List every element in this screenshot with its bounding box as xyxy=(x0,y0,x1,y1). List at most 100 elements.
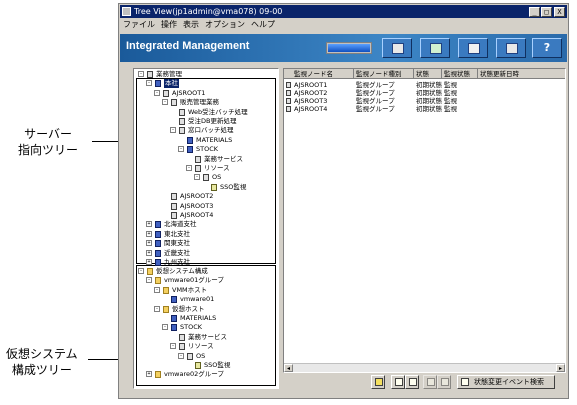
menu-file[interactable]: ファイル xyxy=(120,18,158,32)
tree-node[interactable]: SSO監視 xyxy=(186,361,274,370)
table-row[interactable]: AJSROOT3 監視グループ 初期状態 監視 xyxy=(284,97,565,105)
column-header[interactable]: 監視状態 xyxy=(442,69,478,79)
tree-node[interactable]: + 東北支社 xyxy=(146,230,274,239)
view-toggle-button[interactable] xyxy=(391,375,405,389)
expand-icon[interactable]: + xyxy=(146,240,152,247)
collapse-icon[interactable]: - xyxy=(186,165,192,171)
tree-node-label: STOCK xyxy=(180,323,203,332)
table-cell: AJSROOT2 xyxy=(294,89,328,97)
collapse-icon[interactable]: - xyxy=(138,268,144,274)
tree-node[interactable]: AJSROOT2 xyxy=(162,192,274,201)
tree-node[interactable]: - 仮想ホスト xyxy=(154,305,274,314)
node-icon xyxy=(179,108,185,116)
table-cell: 初期状態 xyxy=(416,105,442,113)
collapse-icon[interactable]: - xyxy=(162,324,168,331)
horizontal-scrollbar[interactable]: ◂ ▸ xyxy=(284,363,565,372)
expand-icon[interactable]: + xyxy=(146,259,152,265)
table-cell: 初期状態 xyxy=(416,81,442,89)
tree-node[interactable]: - リソース xyxy=(170,342,274,351)
tree-node[interactable]: - 仮想システム構成 xyxy=(138,267,274,276)
menu-operation[interactable]: 操作 xyxy=(158,18,180,32)
tree-node[interactable]: AJSROOT4 xyxy=(162,211,274,220)
expand-icon[interactable]: + xyxy=(146,371,152,378)
collapse-icon[interactable]: - xyxy=(178,146,184,153)
expand-icon[interactable]: + xyxy=(146,249,152,256)
tree-node[interactable]: Web受注バッチ処理 xyxy=(170,108,274,117)
event-search-button[interactable]: 状態変更イベント検索 xyxy=(457,375,555,389)
monitor-button[interactable] xyxy=(382,38,412,58)
window-title: Tree View(jp1admin@vma078) 09-00 xyxy=(134,7,283,16)
column-header[interactable]: 監視ノード種別 xyxy=(354,69,414,79)
collapse-icon[interactable]: - xyxy=(146,277,152,284)
tree-node[interactable]: + 北海道支社 xyxy=(146,220,274,229)
tree-node[interactable]: - リソース xyxy=(186,164,274,173)
table-cell: 監視グループ xyxy=(356,97,395,105)
menu-view[interactable]: 表示 xyxy=(180,18,202,32)
expand-icon[interactable]: + xyxy=(146,221,152,228)
tree-node[interactable]: - OS xyxy=(194,173,274,182)
tree-node[interactable]: 業務サービス xyxy=(186,155,274,164)
tree-view-window: Tree View(jp1admin@vma078) 09-00 _ □ X フ… xyxy=(118,3,569,399)
collapse-icon[interactable]: - xyxy=(178,352,184,359)
banner-title: Integrated Management xyxy=(126,40,250,52)
node-list-pane[interactable]: 監視ノード名 監視ノード種別 状態 監視状態 状態更新日時 AJSROOT1 監視… xyxy=(283,68,566,373)
collapse-icon[interactable]: - xyxy=(154,286,160,293)
table-row[interactable]: AJSROOT1 監視グループ 初期状態 監視 xyxy=(284,81,565,89)
collapse-icon[interactable]: - xyxy=(154,89,160,96)
collapse-icon[interactable]: - xyxy=(146,80,152,87)
tree-node[interactable]: + 九州支社 xyxy=(146,258,274,267)
table-row[interactable]: AJSROOT2 監視グループ 初期状態 監視 xyxy=(284,89,565,97)
node-icon xyxy=(286,90,291,96)
folder-icon xyxy=(155,371,161,379)
disabled-button-2 xyxy=(437,375,451,389)
tree-node[interactable]: + vmware02グループ xyxy=(146,370,274,379)
tree-node[interactable]: - VMMホスト xyxy=(154,286,274,295)
table-row[interactable]: AJSROOT4 監視グループ 初期状態 監視 xyxy=(284,105,565,113)
collapse-icon[interactable]: - xyxy=(194,174,200,181)
view-toggle-button-2[interactable] xyxy=(405,375,419,389)
tree-node[interactable]: MATERIALS xyxy=(162,314,274,323)
settings-button[interactable] xyxy=(458,38,488,58)
tree-node[interactable]: - vmware01グループ xyxy=(146,276,274,285)
tree-pane[interactable]: - 業務管理 - 本社 - AJSROOT1- 販売管理業務 Web受注バッチ処理 受注DB更新… xyxy=(133,68,279,389)
tree-node[interactable]: AJSROOT3 xyxy=(162,202,274,211)
tree-node[interactable]: + 近畿支社 xyxy=(146,249,274,258)
tree-node[interactable]: + 関東支社 xyxy=(146,239,274,248)
tree-node[interactable]: - 販売管理業務 xyxy=(162,98,274,107)
column-header[interactable]: 状態更新日時 xyxy=(478,69,565,79)
tree-node-label: vmware01グループ xyxy=(164,276,224,285)
expand-icon[interactable]: + xyxy=(146,230,152,237)
chart-button[interactable] xyxy=(420,38,450,58)
collapse-icon[interactable]: - xyxy=(162,99,168,106)
tree-node[interactable]: - STOCK xyxy=(178,145,274,154)
node-icon xyxy=(163,89,169,97)
menu-options[interactable]: オプション xyxy=(202,18,248,32)
window-button[interactable] xyxy=(496,38,526,58)
column-header[interactable]: 状態 xyxy=(414,69,442,79)
tree-node[interactable]: 業務サービス xyxy=(170,333,274,342)
maximize-button[interactable]: □ xyxy=(541,7,552,17)
help-button[interactable]: ? xyxy=(532,38,562,58)
collapse-icon[interactable]: - xyxy=(170,127,176,134)
column-header[interactable]: 監視ノード名 xyxy=(292,69,354,79)
minimize-button[interactable]: _ xyxy=(529,7,540,17)
tree-node[interactable]: - STOCK xyxy=(162,323,274,332)
tree-node[interactable]: - OS xyxy=(178,352,274,361)
scroll-left-icon[interactable]: ◂ xyxy=(284,364,293,372)
tree-node[interactable]: - 本社 xyxy=(146,79,274,89)
collapse-icon[interactable]: - xyxy=(138,71,144,77)
tree-node[interactable]: MATERIALS xyxy=(178,136,274,145)
scroll-right-icon[interactable]: ▸ xyxy=(556,364,565,372)
tree-node[interactable]: vmware01 xyxy=(162,295,274,304)
menu-help[interactable]: ヘルプ xyxy=(248,18,278,32)
collapse-icon[interactable]: - xyxy=(170,343,176,350)
up-level-button[interactable] xyxy=(371,375,385,389)
tree-node[interactable]: 受注DB更新処理 xyxy=(170,117,274,126)
tree-node[interactable]: SSO監視 xyxy=(202,183,274,192)
close-button[interactable]: X xyxy=(554,7,565,17)
tree-node[interactable]: - AJSROOT1 xyxy=(154,89,274,98)
collapse-icon[interactable]: - xyxy=(154,305,160,312)
tree-node[interactable]: - 窓口バッチ処理 xyxy=(170,126,274,135)
folder-icon xyxy=(163,286,169,294)
tree-node[interactable]: - 業務管理 xyxy=(138,70,274,79)
